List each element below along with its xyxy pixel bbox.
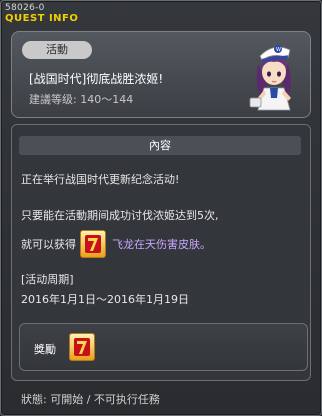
reward-prefix: 就可以获得 [21, 238, 76, 251]
quest-header-panel: 活動 [战国时代]彻底战胜浓姬! 建議等级: 140～144 W [11, 31, 311, 118]
damage-skin-icon[interactable] [80, 230, 106, 258]
period-label: [活动周期] [21, 273, 74, 286]
content-line-2: 只要能在活動期间成功讨伐浓姬达到5次, [21, 209, 219, 222]
content-section-header: 內容 [19, 136, 301, 155]
reward-label: 獎勵 [34, 343, 56, 356]
quest-status: 狀態: 可開始 / 不可执行任務 [21, 393, 160, 406]
quest-title: [战国时代]彻底战胜浓姬! [29, 72, 164, 86]
title-bar[interactable]: 58026-0 QUEST INFO [5, 3, 78, 25]
quest-info-window: 58026-0 QUEST INFO 活動 [战国时代]彻底战胜浓姬! 建議等级… [0, 0, 322, 416]
content-line-1: 正在举行战国时代更新纪念活动! [21, 173, 180, 186]
category-badge: 活動 [22, 41, 92, 59]
reward-panel: 獎勵 [19, 323, 308, 371]
damage-skin-icon [74, 338, 90, 356]
reward-item-icon[interactable] [69, 333, 95, 361]
reward-item-name[interactable]: 飞龙在天伤害皮肤。 [112, 236, 211, 252]
svg-text:W: W [276, 47, 281, 53]
quest-id: 58026-0 [5, 3, 45, 13]
reward-description: 就可以获得 飞龙在天伤害皮肤。 [21, 229, 211, 259]
damage-skin-glyph-icon [85, 235, 101, 253]
period-dates: 2016年1月1日～2016年1月19日 [21, 293, 189, 306]
npc-portrait: W [249, 45, 291, 111]
level-requirement: 建議等级: 140～144 [29, 93, 134, 106]
window-title: QUEST INFO [5, 13, 79, 24]
